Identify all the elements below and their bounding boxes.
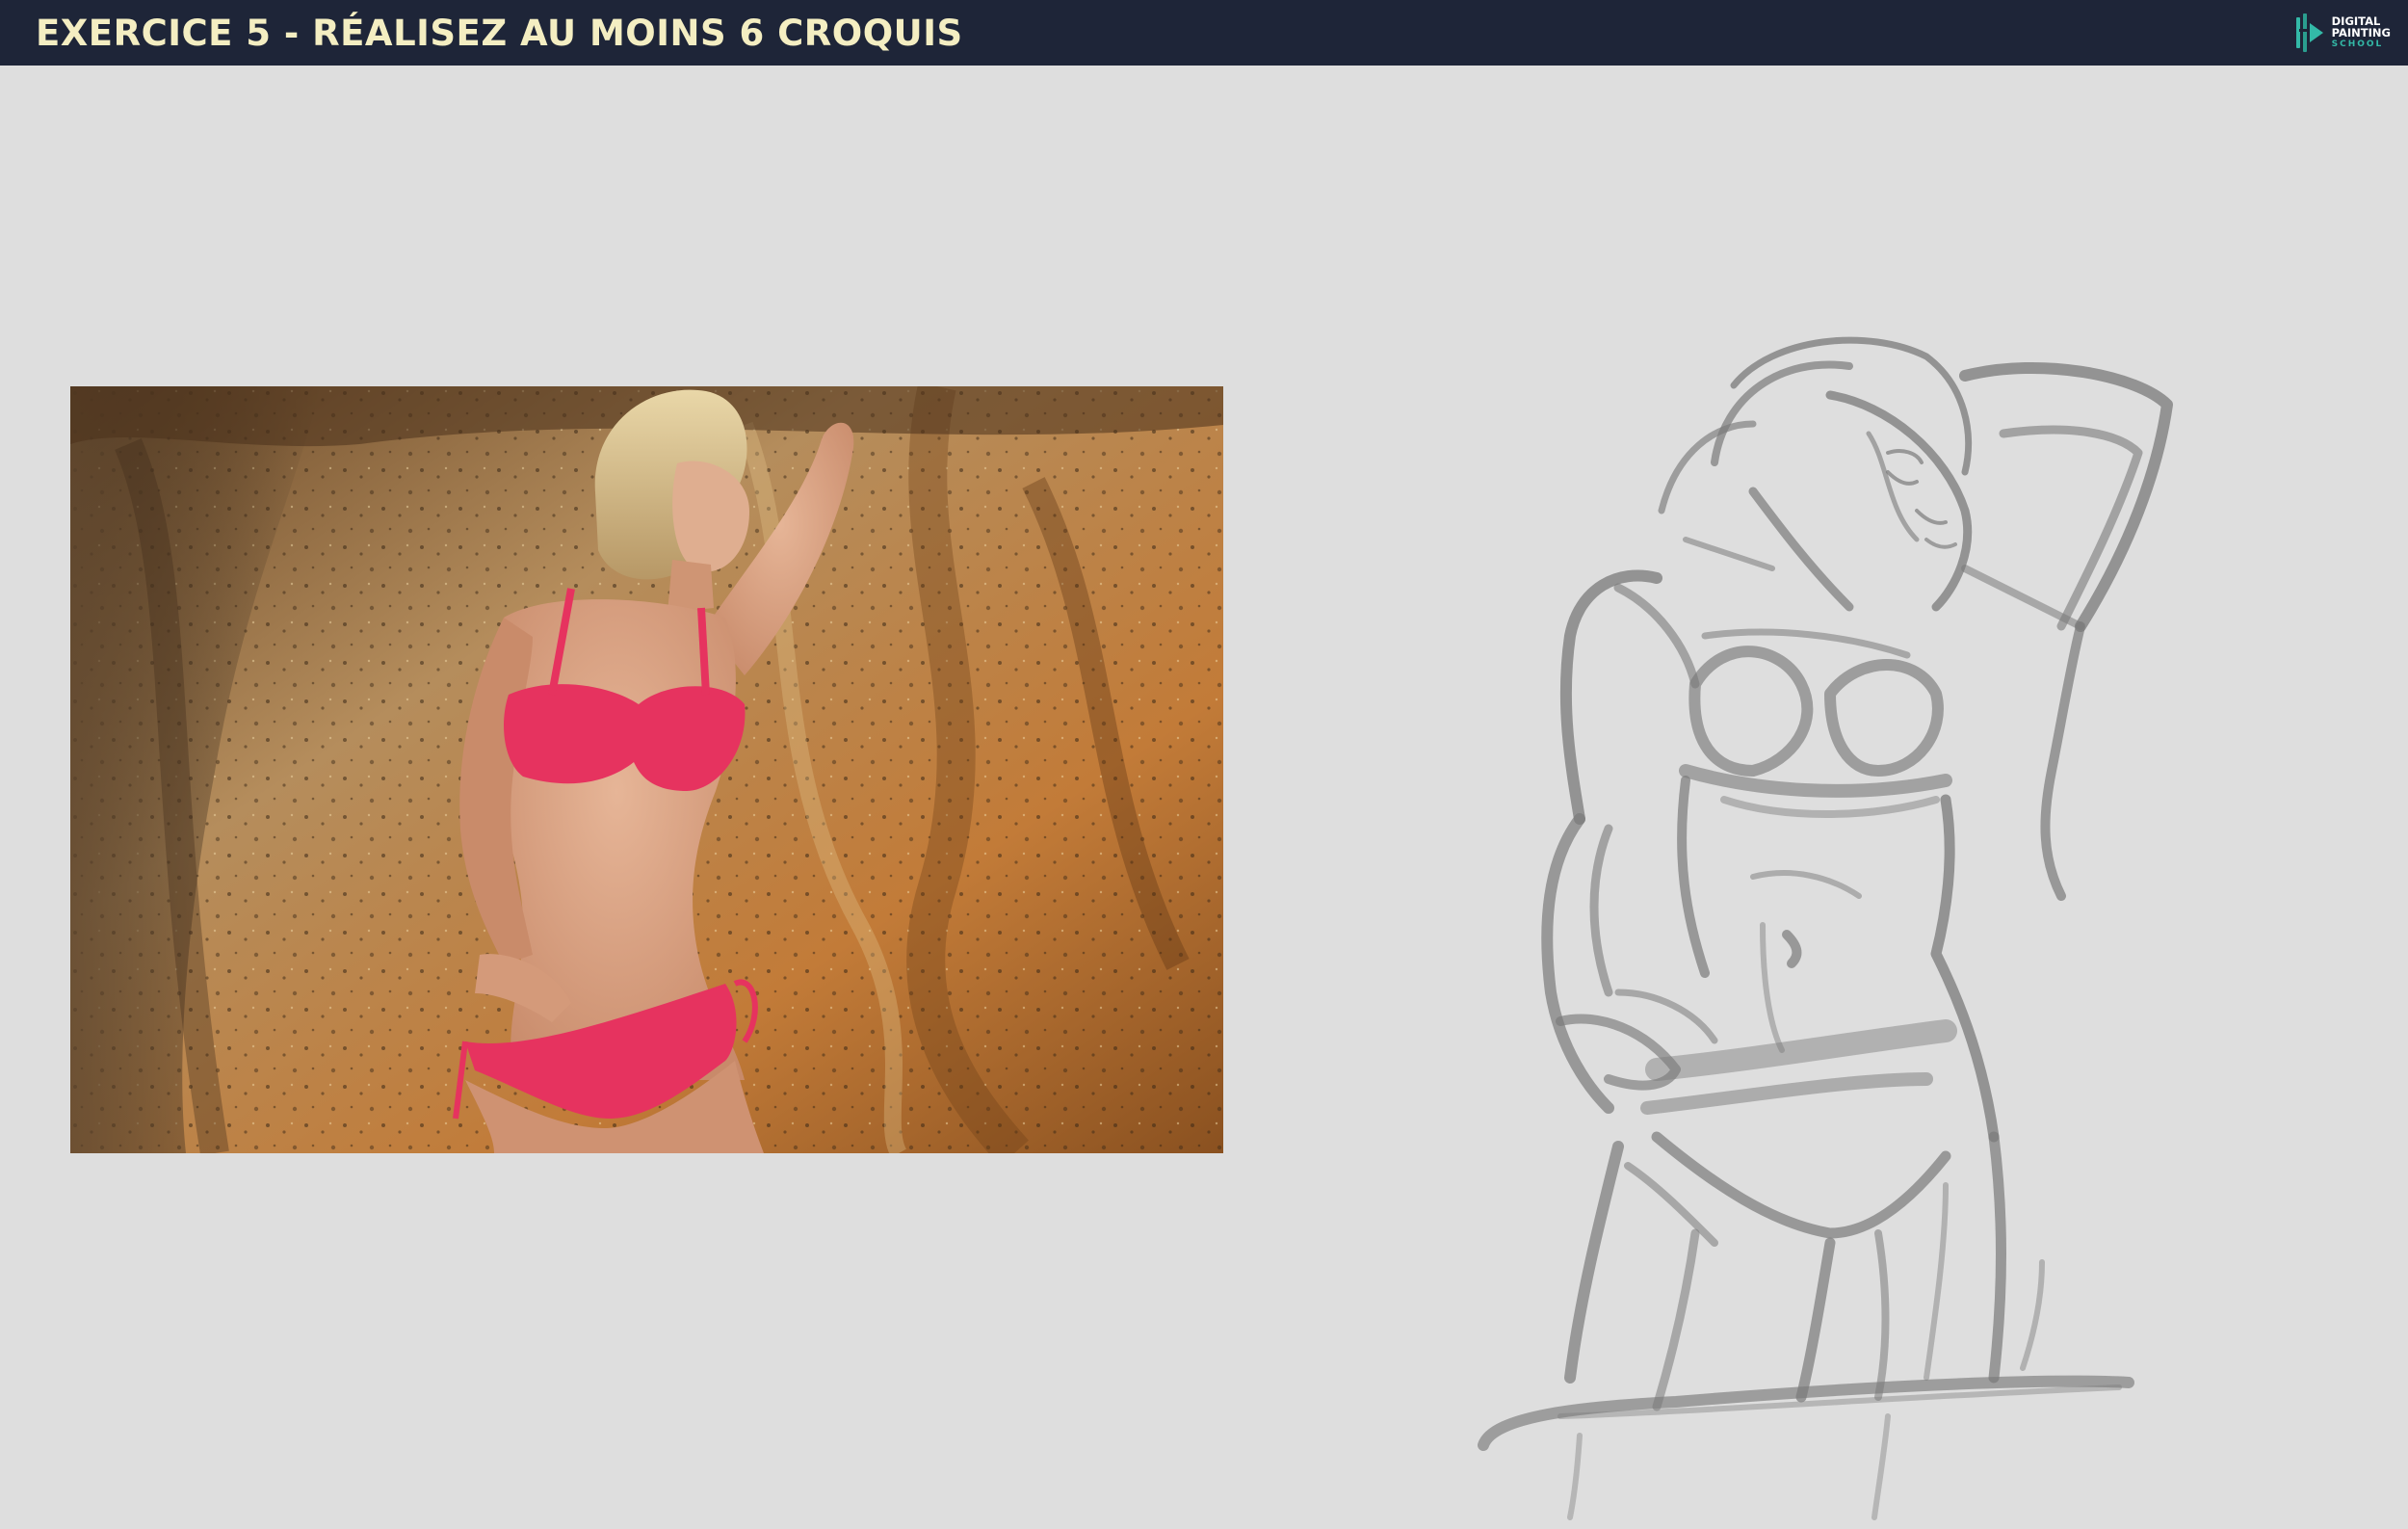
logo-text: DIGITAL PAINTING SCHOOL: [2332, 15, 2391, 50]
digital-painting-school-logo-icon: [2295, 13, 2323, 52]
logo: DIGITAL PAINTING SCHOOL: [2293, 12, 2391, 54]
logo-line-painting: PAINTING: [2331, 26, 2391, 40]
logo-line-school: SCHOOL: [2331, 40, 2384, 49]
page-title: EXERCICE 5 - RÉALISEZ AU MOINS 6 CROQUIS: [36, 13, 963, 54]
reference-photo-image: [70, 386, 1223, 1153]
header-bar: EXERCICE 5 - RÉALISEZ AU MOINS 6 CROQUIS…: [0, 0, 2408, 66]
gesture-sketch-image: [1464, 318, 2196, 1529]
